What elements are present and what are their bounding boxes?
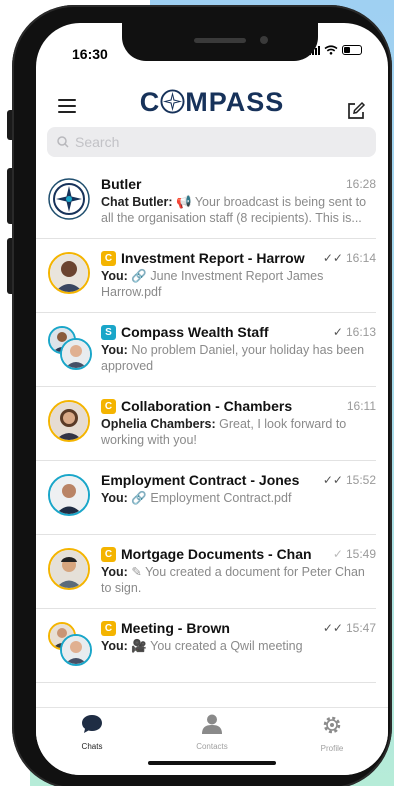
avatar (48, 474, 90, 516)
status-time: 16:30 (72, 46, 108, 62)
avatar (48, 252, 90, 294)
person-icon (202, 714, 222, 734)
staff-badge: S (101, 324, 116, 340)
person-photo-icon (50, 254, 88, 292)
app-header: C MPASS (36, 71, 388, 123)
tab-label: Profile (320, 744, 344, 753)
chat-preview: You: 🔗 Employment Contract.pdf (101, 491, 292, 505)
avatar (48, 400, 90, 442)
chat-item-employment-contract[interactable]: Employment Contract - Jones ✓✓ 15:52 You… (36, 461, 376, 535)
chat-time: 16:13 (345, 325, 376, 339)
tab-label: Contacts (196, 742, 228, 751)
chat-preview: You: 🎥 You created a Qwil meeting (101, 639, 303, 653)
chat-time: 15:47 (345, 621, 376, 635)
chat-preview: You: 🔗 June Investment Report James Harr… (101, 269, 324, 299)
chat-bubble-icon (82, 715, 102, 733)
chat-preview: You: No problem Daniel, your holiday has… (101, 343, 365, 373)
client-badge: C (101, 250, 116, 266)
chat-name: Investment Report - Harrow (121, 250, 305, 266)
avatar (48, 548, 90, 590)
chat-item-compass-wealth-staff[interactable]: S Compass Wealth Staff ✓ 16:13 You: No p… (36, 313, 376, 387)
check-icon: ✓ (332, 547, 343, 561)
chat-name: Employment Contract - Jones (101, 472, 300, 488)
status-icons (309, 45, 362, 55)
wifi-icon (324, 45, 338, 55)
chat-item-butler[interactable]: Butler 16:28 Chat Butler: 📢 Your broadca… (36, 165, 376, 239)
check-icon: ✓ (332, 325, 343, 339)
chat-time: 15:49 (345, 547, 376, 561)
home-indicator (148, 761, 276, 765)
attachment-icon: 🔗 (131, 269, 147, 283)
avatar (48, 178, 90, 220)
search-bar[interactable] (47, 127, 376, 157)
person-photo-icon (50, 550, 88, 588)
phone-notch (122, 23, 318, 61)
chat-preview: Ophelia Chambers: Great, I look forward … (101, 417, 347, 447)
double-check-icon: ✓✓ (322, 251, 343, 265)
tab-chats[interactable]: Chats (52, 714, 132, 751)
double-check-icon: ✓✓ (322, 473, 343, 487)
tab-contacts[interactable]: Contacts (172, 714, 252, 751)
search-input[interactable] (75, 134, 355, 150)
chat-item-mortgage-documents[interactable]: C Mortgage Documents - Chan ✓ 15:49 You:… (36, 535, 376, 609)
tab-bar: Chats Contacts Profile (36, 707, 388, 775)
phone-screen: 16:30 C MPASS Search Butler 16:28 Chat B… (36, 23, 388, 775)
chat-time: 16:14 (345, 251, 376, 265)
compose-icon[interactable] (346, 101, 366, 121)
megaphone-icon: 📢 (176, 195, 192, 209)
chat-item-collaboration-chambers[interactable]: C Collaboration - Chambers 16:11 Ophelia… (36, 387, 376, 461)
tab-label: Chats (81, 742, 103, 751)
client-badge: C (101, 546, 116, 562)
battery-icon (342, 45, 362, 55)
chat-item-meeting-brown[interactable]: C Meeting - Brown ✓✓ 15:47 You: 🎥 You cr… (36, 609, 376, 683)
compass-avatar-icon (48, 178, 90, 220)
double-check-icon: ✓✓ (322, 621, 343, 635)
chat-name: Butler (101, 176, 142, 192)
compass-rose-icon (160, 89, 185, 114)
chat-time: 15:52 (345, 473, 376, 487)
person-photo-icon (50, 402, 88, 440)
chat-preview: You: ✎ You created a document for Peter … (101, 565, 365, 595)
tab-profile[interactable]: Profile (292, 714, 372, 753)
gear-icon (323, 716, 341, 734)
chat-preview: Chat Butler: 📢 Your broadcast is being s… (101, 195, 367, 225)
chat-name: Meeting - Brown (121, 620, 230, 636)
search-icon (57, 136, 69, 148)
client-badge: C (101, 620, 116, 636)
chat-name: Mortgage Documents - Chan (121, 546, 312, 562)
person-photo-icon (62, 636, 90, 664)
phone-frame: 16:30 C MPASS Search Butler 16:28 Chat B… (12, 5, 392, 786)
pencil-icon: ✎ (131, 565, 142, 579)
chat-time: 16:28 (345, 177, 376, 191)
group-avatar (48, 622, 92, 666)
app-logo: C MPASS (139, 87, 285, 117)
chat-item-investment-report[interactable]: C Investment Report - Harrow ✓✓ 16:14 Yo… (36, 239, 376, 313)
client-badge: C (101, 398, 116, 414)
chat-time: 16:11 (346, 399, 376, 413)
chat-name: Collaboration - Chambers (121, 398, 293, 414)
chat-name: Compass Wealth Staff (121, 324, 269, 340)
person-photo-icon (62, 340, 90, 368)
chat-list: Butler 16:28 Chat Butler: 📢 Your broadca… (36, 165, 388, 683)
person-photo-icon (50, 476, 88, 514)
attachment-icon: 🔗 (131, 491, 147, 505)
video-camera-icon: 🎥 (131, 639, 147, 653)
group-avatar (48, 326, 92, 370)
